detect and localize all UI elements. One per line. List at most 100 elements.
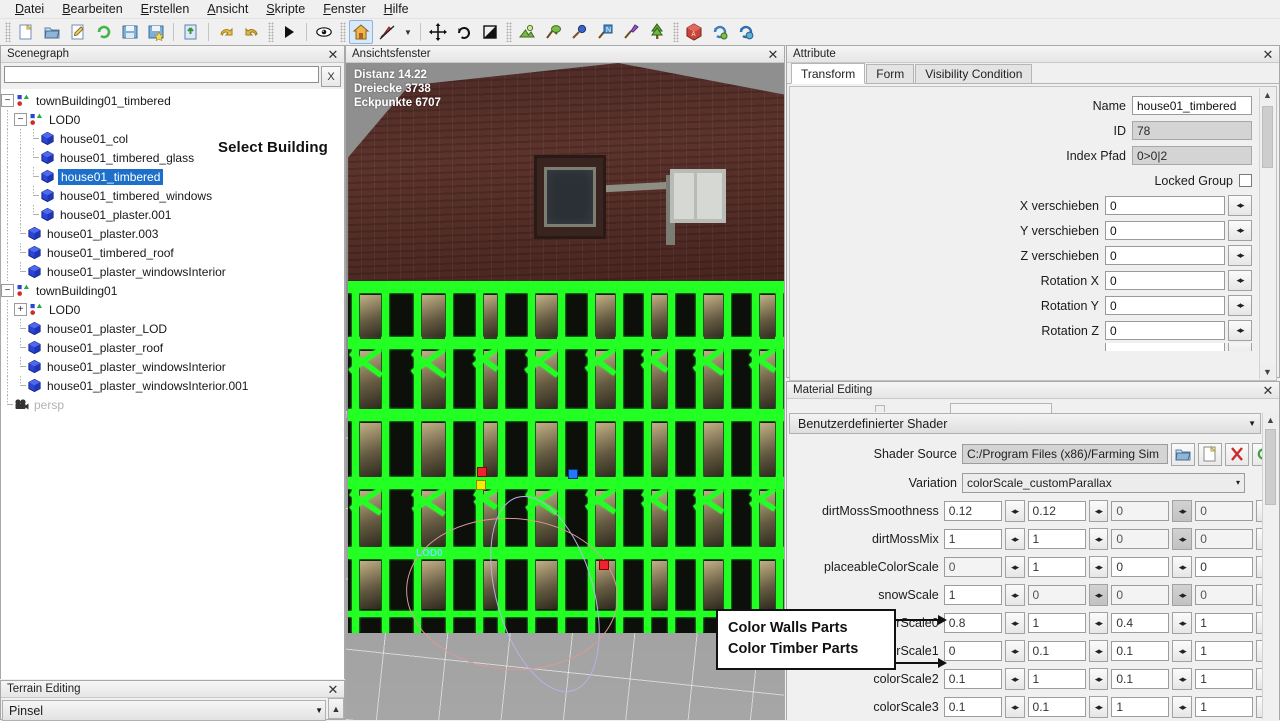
param-spinner[interactable]: ◂▸ (1005, 556, 1025, 578)
gizmo-handle-x[interactable] (477, 467, 487, 477)
param-value-input[interactable] (1111, 613, 1169, 633)
tree-item[interactable]: house01_plaster_windowsInterior.001 (1, 376, 344, 395)
collapse-icon[interactable]: ▲ (328, 698, 344, 719)
param-spinner[interactable]: ◂▸ (1005, 500, 1025, 522)
param-value-input[interactable] (1195, 585, 1253, 605)
param-value-input[interactable] (944, 613, 1002, 633)
param-spinner[interactable]: ◂▸ (1172, 696, 1192, 718)
param-value-input[interactable] (1195, 613, 1253, 633)
param-spinner[interactable]: ◂▸ (1089, 640, 1109, 662)
close-icon[interactable]: ✕ (326, 682, 340, 696)
shader-source-field[interactable]: C:/Program Files (x86)/Farming Sim (962, 444, 1168, 464)
new-shader-icon[interactable] (1198, 443, 1222, 466)
param-spinner[interactable]: ◂▸ (1172, 556, 1192, 578)
menu-item-bearbeiten[interactable]: Bearbeiten (53, 0, 131, 18)
save-icon[interactable] (118, 20, 142, 44)
delete-shader-icon[interactable] (1225, 443, 1249, 466)
undo-icon[interactable] (214, 20, 238, 44)
param-value-input[interactable] (1028, 641, 1086, 661)
close-icon[interactable]: ✕ (766, 47, 780, 61)
home-view-icon[interactable] (349, 20, 373, 44)
edit-file-icon[interactable] (66, 20, 90, 44)
close-icon[interactable]: ✕ (326, 47, 340, 61)
spinner-button[interactable]: ◂▸ (1228, 320, 1252, 341)
refresh-shaders-icon[interactable] (734, 20, 758, 44)
menu-item-skripte[interactable]: Skripte (257, 0, 314, 18)
field-input[interactable] (1132, 146, 1252, 165)
param-value-input[interactable] (1111, 641, 1169, 661)
param-spinner[interactable]: ◂▸ (1172, 528, 1192, 550)
param-spinner[interactable]: ◂▸ (1172, 584, 1192, 606)
param-value-input[interactable] (1028, 585, 1086, 605)
param-value-input[interactable] (1195, 529, 1253, 549)
gizmo-handle-origin[interactable] (599, 560, 609, 570)
param-value-input[interactable] (1111, 529, 1169, 549)
reload-icon[interactable] (92, 20, 116, 44)
param-spinner[interactable]: ◂▸ (1172, 500, 1192, 522)
material-scrollbar[interactable]: ▲ (1262, 413, 1278, 719)
dropdown-arrow-icon[interactable]: ▼ (401, 20, 415, 44)
attribute-scrollbar[interactable]: ▲ ▼ (1259, 88, 1275, 379)
field-input[interactable] (1105, 246, 1225, 265)
param-spinner[interactable]: ◂▸ (1089, 668, 1109, 690)
param-value-input[interactable] (1111, 697, 1169, 717)
param-value-input[interactable] (944, 501, 1002, 521)
param-value-input[interactable] (944, 641, 1002, 661)
param-spinner[interactable]: ◂▸ (1172, 640, 1192, 662)
scale-tool-icon[interactable] (478, 20, 502, 44)
param-spinner[interactable]: ◂▸ (1089, 528, 1109, 550)
field-input[interactable] (1105, 271, 1225, 290)
param-value-input[interactable] (1111, 501, 1169, 521)
shader-group-combo[interactable]: Benutzerdefinierter Shader ▼ (789, 413, 1261, 434)
spinner-button[interactable] (1228, 343, 1252, 351)
tree-item[interactable]: persp (1, 395, 344, 414)
redo-icon[interactable] (240, 20, 264, 44)
scroll-up-icon[interactable]: ▲ (1263, 413, 1278, 427)
tree-item[interactable]: house01_plaster_windowsInterior (1, 357, 344, 376)
param-spinner[interactable]: ◂▸ (1089, 584, 1109, 606)
field-input[interactable] (1105, 196, 1225, 215)
param-value-input[interactable] (944, 669, 1002, 689)
param-value-input[interactable] (1028, 613, 1086, 633)
param-spinner[interactable]: ◂▸ (1005, 668, 1025, 690)
scroll-thumb[interactable] (1265, 429, 1276, 505)
tree-item[interactable]: house01_plaster.001 (1, 205, 344, 224)
toolbar-grip[interactable] (268, 22, 274, 42)
param-spinner[interactable]: ◂▸ (1172, 668, 1192, 690)
param-spinner[interactable]: ◂▸ (1005, 640, 1025, 662)
tree-item[interactable]: house01_timbered_roof (1, 243, 344, 262)
param-value-input[interactable] (944, 529, 1002, 549)
menu-item-fenster[interactable]: Fenster (314, 0, 374, 18)
param-spinner[interactable]: ◂▸ (1089, 612, 1109, 634)
menu-item-ansicht[interactable]: Ansicht (198, 0, 257, 18)
param-spinner[interactable]: ◂▸ (1005, 696, 1025, 718)
tree-item[interactable]: house01_timbered (1, 167, 344, 186)
spinner-button[interactable]: ◂▸ (1228, 220, 1252, 241)
scroll-down-icon[interactable]: ▼ (1260, 365, 1275, 379)
save-as-icon[interactable] (144, 20, 168, 44)
menu-item-datei[interactable]: Datei (6, 0, 53, 18)
scroll-up-icon[interactable]: ▲ (1260, 88, 1275, 102)
param-value-input[interactable] (944, 585, 1002, 605)
create-foliage-icon[interactable] (541, 20, 565, 44)
field-input[interactable] (1105, 221, 1225, 240)
tree-expander[interactable]: − (1, 284, 14, 297)
param-value-input[interactable] (1195, 697, 1253, 717)
spinner-button[interactable]: ◂▸ (1228, 295, 1252, 316)
param-value-input[interactable] (1195, 669, 1253, 689)
spinner-button[interactable]: ◂▸ (1228, 270, 1252, 291)
field-input[interactable] (1105, 296, 1225, 315)
param-value-input[interactable] (1111, 557, 1169, 577)
visibility-eye-icon[interactable] (312, 20, 336, 44)
close-icon[interactable]: ✕ (1261, 383, 1275, 397)
refresh-materials-icon[interactable] (708, 20, 732, 44)
tab-transform[interactable]: Transform (791, 63, 865, 84)
create-tree-icon[interactable] (645, 20, 669, 44)
spinner-button[interactable]: ◂▸ (1228, 245, 1252, 266)
param-spinner[interactable]: ◂▸ (1005, 584, 1025, 606)
close-icon[interactable]: ✕ (1261, 47, 1275, 61)
param-value-input[interactable] (944, 557, 1002, 577)
field-input[interactable] (1132, 121, 1252, 140)
param-value-input[interactable] (1195, 557, 1253, 577)
spinner-button[interactable]: ◂▸ (1228, 195, 1252, 216)
